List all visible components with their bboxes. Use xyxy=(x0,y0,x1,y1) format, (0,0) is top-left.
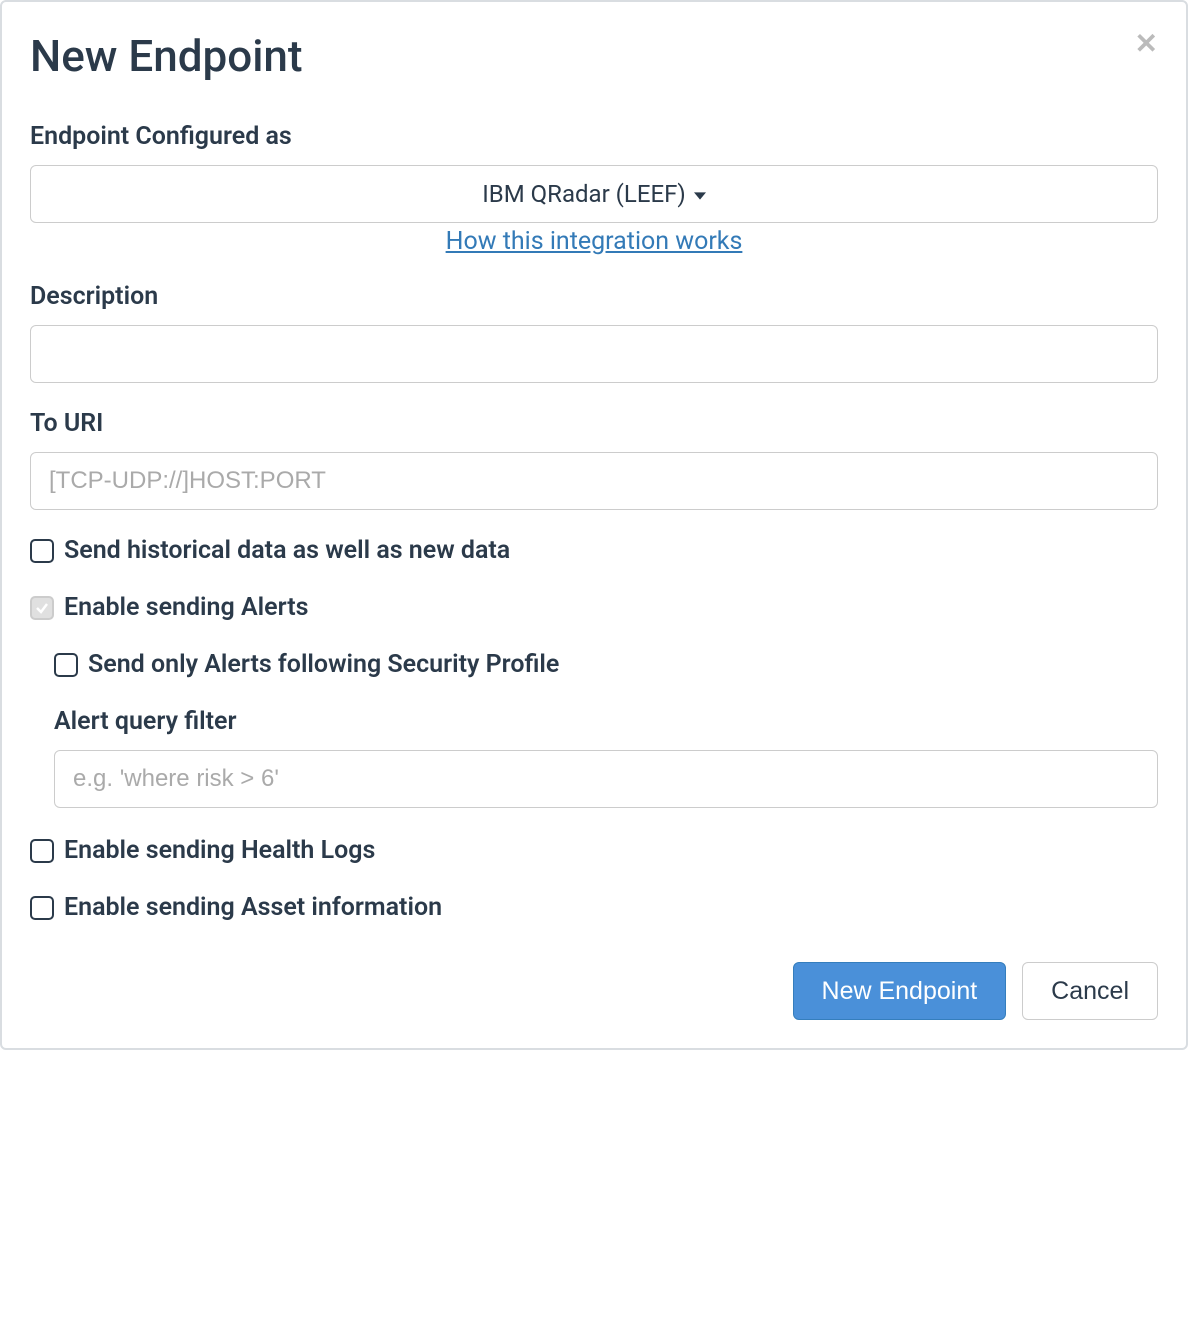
enable-alerts-row: Enable sending Alerts xyxy=(30,593,1158,622)
enable-alerts-checkbox xyxy=(30,596,54,620)
enable-asset-info-checkbox[interactable] xyxy=(30,896,54,920)
to-uri-label: To URI xyxy=(30,409,1158,438)
configured-as-selected-value: IBM QRadar (LEEF) xyxy=(482,180,685,208)
send-historical-checkbox[interactable] xyxy=(30,539,54,563)
description-label: Description xyxy=(30,282,1158,311)
new-endpoint-modal: New Endpoint ✕ Endpoint Configured as IB… xyxy=(0,0,1188,1050)
modal-footer: New Endpoint Cancel xyxy=(30,962,1158,1020)
enable-alerts-label: Enable sending Alerts xyxy=(64,593,308,622)
enable-health-logs-label: Enable sending Health Logs xyxy=(64,836,375,865)
caret-down-icon xyxy=(694,180,706,208)
send-historical-label: Send historical data as well as new data xyxy=(64,536,510,565)
send-historical-row: Send historical data as well as new data xyxy=(30,536,1158,565)
enable-asset-info-label: Enable sending Asset information xyxy=(64,893,442,922)
configured-as-select[interactable]: IBM QRadar (LEEF) xyxy=(30,165,1158,223)
cancel-button[interactable]: Cancel xyxy=(1022,962,1158,1020)
security-profile-checkbox[interactable] xyxy=(54,653,78,677)
new-endpoint-button[interactable]: New Endpoint xyxy=(793,962,1007,1020)
configured-as-label: Endpoint Configured as xyxy=(30,122,1158,151)
enable-asset-info-row: Enable sending Asset information xyxy=(30,893,1158,922)
integration-help-row: How this integration works xyxy=(30,227,1158,256)
enable-health-logs-row: Enable sending Health Logs xyxy=(30,836,1158,865)
alert-query-filter-input[interactable] xyxy=(54,750,1158,808)
description-group: Description xyxy=(30,282,1158,383)
modal-title: New Endpoint xyxy=(30,30,303,82)
modal-header: New Endpoint ✕ xyxy=(30,30,1158,122)
alert-query-filter-label: Alert query filter xyxy=(54,707,1158,736)
close-icon[interactable]: ✕ xyxy=(1135,30,1158,58)
security-profile-label: Send only Alerts following Security Prof… xyxy=(88,650,559,679)
enable-health-logs-checkbox[interactable] xyxy=(30,839,54,863)
to-uri-input[interactable] xyxy=(30,452,1158,510)
alert-query-filter-group: Alert query filter xyxy=(54,707,1158,808)
to-uri-group: To URI xyxy=(30,409,1158,510)
security-profile-row: Send only Alerts following Security Prof… xyxy=(54,650,1158,679)
configured-as-group: Endpoint Configured as IBM QRadar (LEEF)… xyxy=(30,122,1158,256)
description-input[interactable] xyxy=(30,325,1158,383)
how-integration-works-link[interactable]: How this integration works xyxy=(446,227,743,256)
